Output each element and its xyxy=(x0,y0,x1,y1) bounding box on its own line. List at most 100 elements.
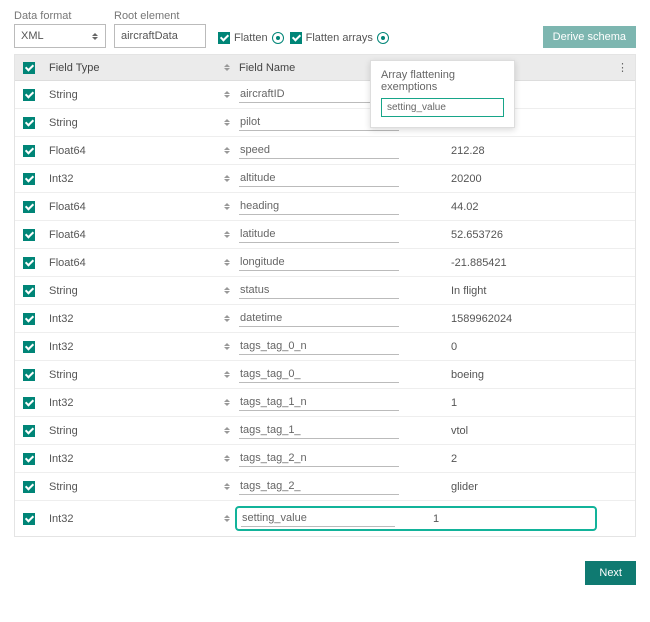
field-name-input[interactable] xyxy=(239,450,399,467)
row-checkbox[interactable] xyxy=(23,397,35,409)
field-value: 0 xyxy=(451,341,457,353)
field-name-input[interactable] xyxy=(239,422,399,439)
table-header: Field Type Field Name ⋮ xyxy=(15,55,635,81)
row-checkbox[interactable] xyxy=(23,145,35,157)
next-button[interactable]: Next xyxy=(585,561,636,585)
row-checkbox[interactable] xyxy=(23,173,35,185)
table-row: Float64 -21.885421 xyxy=(15,249,635,277)
table-row: Int320 xyxy=(15,333,635,361)
sort-icon[interactable] xyxy=(223,285,231,297)
row-checkbox[interactable] xyxy=(23,453,35,465)
row-checkbox[interactable] xyxy=(23,425,35,437)
table-row: Float64 52.653726 xyxy=(15,221,635,249)
field-type-value: Int32 xyxy=(49,313,73,325)
field-name-input[interactable] xyxy=(239,394,399,411)
field-type-value: String xyxy=(49,481,78,493)
array-exemptions-popover: Array flattening exemptions xyxy=(370,60,515,128)
select-arrows-icon xyxy=(91,30,99,42)
field-type-value: Int32 xyxy=(49,173,73,185)
table-row: Int321 xyxy=(15,501,635,536)
table-row: String glider xyxy=(15,473,635,501)
field-name-input[interactable] xyxy=(239,310,399,327)
field-value: 212.28 xyxy=(451,145,485,157)
field-name-input[interactable] xyxy=(239,142,399,159)
sort-icon[interactable] xyxy=(223,313,231,325)
row-checkbox[interactable] xyxy=(23,481,35,493)
flatten-arrays-label: Flatten arrays xyxy=(306,32,373,44)
field-name-input[interactable] xyxy=(239,226,399,243)
row-checkbox[interactable] xyxy=(23,341,35,353)
row-checkbox[interactable] xyxy=(23,513,35,525)
table-row: Float64212.28 xyxy=(15,137,635,165)
field-value: -21.885421 xyxy=(451,257,507,269)
popover-title: Array flattening exemptions xyxy=(381,69,504,93)
row-checkbox[interactable] xyxy=(23,229,35,241)
flatten-checkbox[interactable] xyxy=(218,32,230,44)
table-row: Int32 1589962024 xyxy=(15,305,635,333)
data-format-select[interactable]: XML xyxy=(14,24,106,48)
sort-icon[interactable] xyxy=(223,62,231,74)
sort-icon[interactable] xyxy=(223,369,231,381)
field-type-value: String xyxy=(49,285,78,297)
field-name-input[interactable] xyxy=(239,366,399,383)
field-value: 52.653726 xyxy=(451,229,503,241)
more-menu-icon[interactable]: ⋮ xyxy=(617,61,627,74)
sort-icon[interactable] xyxy=(223,513,231,525)
table-row: String boeing xyxy=(15,361,635,389)
field-type-value: Int32 xyxy=(49,513,73,525)
table-row: StringCharles L. xyxy=(15,109,635,137)
sort-icon[interactable] xyxy=(223,425,231,437)
sort-icon[interactable] xyxy=(223,145,231,157)
sort-icon[interactable] xyxy=(223,397,231,409)
field-name-input[interactable] xyxy=(241,510,395,527)
row-checkbox[interactable] xyxy=(23,369,35,381)
field-value: boeing xyxy=(451,369,484,381)
row-checkbox[interactable] xyxy=(23,201,35,213)
flatten-arrays-checkbox[interactable] xyxy=(290,32,302,44)
gear-icon[interactable] xyxy=(272,32,284,44)
field-name-input[interactable] xyxy=(239,198,399,215)
sort-icon[interactable] xyxy=(223,341,231,353)
field-name-input[interactable] xyxy=(239,170,399,187)
row-checkbox[interactable] xyxy=(23,257,35,269)
sort-icon[interactable] xyxy=(223,257,231,269)
field-name-input[interactable] xyxy=(239,478,399,495)
row-checkbox[interactable] xyxy=(23,89,35,101)
field-type-value: Float64 xyxy=(49,257,86,269)
field-value: In flight xyxy=(451,285,486,297)
field-type-value: String xyxy=(49,369,78,381)
field-value: 20200 xyxy=(451,173,482,185)
table-row: Stringvtol xyxy=(15,417,635,445)
table-row: Int321 xyxy=(15,389,635,417)
schema-table: Field Type Field Name ⋮ String StringChar… xyxy=(14,54,636,537)
field-name-input[interactable] xyxy=(239,338,399,355)
sort-icon[interactable] xyxy=(223,89,231,101)
sort-icon[interactable] xyxy=(223,117,231,129)
field-value: 44.02 xyxy=(451,201,479,213)
sort-icon[interactable] xyxy=(223,453,231,465)
row-checkbox[interactable] xyxy=(23,117,35,129)
field-value: glider xyxy=(451,481,478,493)
row-checkbox[interactable] xyxy=(23,285,35,297)
root-element-label: Root element xyxy=(114,10,206,22)
sort-icon[interactable] xyxy=(223,173,231,185)
field-type-value: Float64 xyxy=(49,229,86,241)
sort-icon[interactable] xyxy=(223,201,231,213)
popover-input[interactable] xyxy=(381,98,504,117)
row-checkbox[interactable] xyxy=(23,313,35,325)
field-type-value: Int32 xyxy=(49,453,73,465)
select-all-checkbox[interactable] xyxy=(23,62,35,74)
flatten-label: Flatten xyxy=(234,32,268,44)
root-element-input[interactable]: aircraftData xyxy=(114,24,206,48)
sort-icon[interactable] xyxy=(223,481,231,493)
field-type-value: Float64 xyxy=(49,201,86,213)
sort-icon[interactable] xyxy=(223,229,231,241)
field-value: 2 xyxy=(451,453,457,465)
field-name-input[interactable] xyxy=(239,254,399,271)
table-row: Int32 2 xyxy=(15,445,635,473)
derive-schema-button[interactable]: Derive schema xyxy=(543,26,636,48)
gear-icon[interactable] xyxy=(377,32,389,44)
field-value: 1589962024 xyxy=(451,313,512,325)
data-format-value: XML xyxy=(21,30,44,42)
field-name-input[interactable] xyxy=(239,282,399,299)
